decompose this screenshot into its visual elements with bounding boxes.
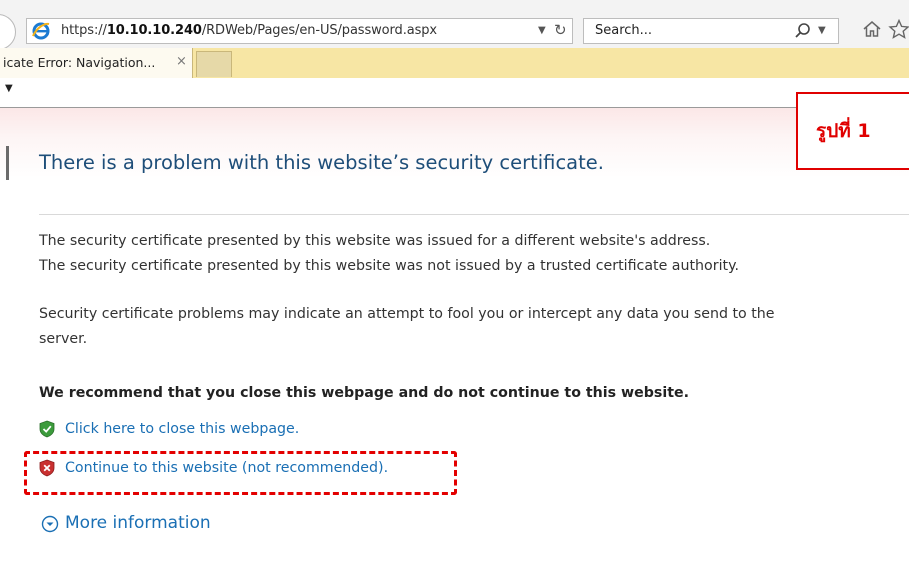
figure-annotation-box: รูปที่ 1 [796, 92, 909, 170]
figure-annotation-label: รูปที่ 1 [816, 120, 871, 142]
favorites-star-icon[interactable] [888, 19, 909, 39]
green-shield-icon [39, 420, 55, 438]
close-icon[interactable]: × [176, 54, 187, 69]
address-dropdown-icon[interactable]: ▼ [538, 25, 546, 36]
paragraph-line: The security certificate presented by th… [39, 258, 739, 274]
chevron-down-icon[interactable]: ▼ [5, 83, 13, 94]
back-button[interactable] [0, 14, 16, 50]
ie-logo-icon [32, 22, 50, 40]
recommendation-text: We recommend that you close this webpage… [39, 385, 689, 401]
more-information-link[interactable]: More information [65, 513, 211, 533]
url-text[interactable]: https://10.10.10.240/RDWeb/Pages/en-US/p… [61, 23, 437, 38]
search-icon[interactable] [794, 22, 812, 40]
search-box[interactable]: Search... ▼ [583, 18, 839, 44]
address-bar-row: https://10.10.10.240/RDWeb/Pages/en-US/p… [0, 0, 909, 50]
close-webpage-link[interactable]: Click here to close this webpage. [65, 421, 299, 437]
url-host: 10.10.10.240 [106, 23, 202, 38]
expand-chevron-icon[interactable] [41, 515, 59, 533]
highlight-box [24, 451, 457, 495]
new-tab-button[interactable] [196, 51, 232, 77]
home-icon[interactable] [862, 19, 882, 39]
paragraph-line: Security certificate problems may indica… [39, 306, 775, 322]
command-bar: ▼ [0, 78, 909, 108]
divider [39, 214, 909, 215]
refresh-icon[interactable]: ↻ [554, 21, 567, 39]
browser-chrome: https://10.10.10.240/RDWeb/Pages/en-US/p… [0, 0, 909, 108]
paragraph-line: The security certificate presented by th… [39, 233, 711, 249]
certificate-error-page: There is a problem with this website’s s… [0, 108, 909, 563]
url-path: /RDWeb/Pages/en-US/password.aspx [201, 23, 438, 38]
paragraph-line: server. [39, 331, 88, 347]
tab-strip: icate Error: Navigation... × [0, 48, 909, 78]
search-input[interactable]: Search... [595, 23, 652, 38]
search-dropdown-icon[interactable]: ▼ [818, 25, 826, 36]
tab-label: icate Error: Navigation... [3, 55, 156, 70]
left-accent-bar [6, 146, 9, 180]
page-title: There is a problem with this website’s s… [39, 151, 604, 174]
address-bar[interactable]: https://10.10.10.240/RDWeb/Pages/en-US/p… [26, 18, 573, 44]
url-prefix: https:// [61, 23, 107, 38]
tab-certificate-error[interactable]: icate Error: Navigation... × [0, 48, 193, 78]
